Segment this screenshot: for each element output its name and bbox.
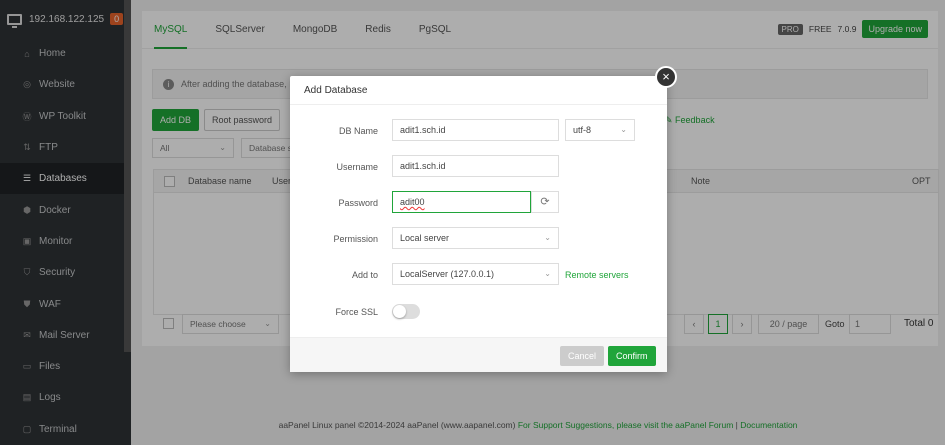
close-icon[interactable]: × xyxy=(655,66,677,88)
username-label: Username xyxy=(336,162,378,172)
cancel-button[interactable]: Cancel xyxy=(560,346,605,366)
db-name-label: DB Name xyxy=(338,126,378,136)
charset-value: utf-8 xyxy=(573,125,592,135)
permission-select[interactable]: Local server ⌄ xyxy=(392,227,559,249)
db-name-input[interactable]: adit1.sch.id xyxy=(392,119,559,141)
confirm-button[interactable]: Confirm xyxy=(608,346,656,366)
charset-select[interactable]: utf-8 ⌄ xyxy=(565,119,635,141)
permission-label: Permission xyxy=(333,234,378,244)
add-database-dialog: Add Database × DB Name adit1.sch.id utf-… xyxy=(290,66,677,372)
dialog-footer: Cancel Confirm xyxy=(290,337,667,372)
refresh-password-icon[interactable]: ⟳ xyxy=(531,191,559,213)
force-ssl-toggle[interactable] xyxy=(392,304,420,319)
password-input[interactable]: adit00 xyxy=(392,191,531,213)
chevron-down-icon: ⌄ xyxy=(544,269,551,278)
force-ssl-label: Force SSL xyxy=(335,307,378,317)
password-value: adit00 xyxy=(400,197,425,207)
password-label: Password xyxy=(338,198,378,208)
addto-label: Add to xyxy=(351,270,378,280)
addto-select[interactable]: LocalServer (127.0.0.1) ⌄ xyxy=(392,263,559,285)
username-input[interactable]: adit1.sch.id xyxy=(392,155,559,177)
remote-servers-link[interactable]: Remote servers xyxy=(565,270,629,280)
toggle-knob xyxy=(393,305,406,318)
permission-value: Local server xyxy=(400,233,450,243)
chevron-down-icon: ⌄ xyxy=(620,125,627,134)
dialog-title: Add Database xyxy=(290,76,667,105)
chevron-down-icon: ⌄ xyxy=(544,233,551,242)
addto-value: LocalServer (127.0.0.1) xyxy=(400,269,495,279)
